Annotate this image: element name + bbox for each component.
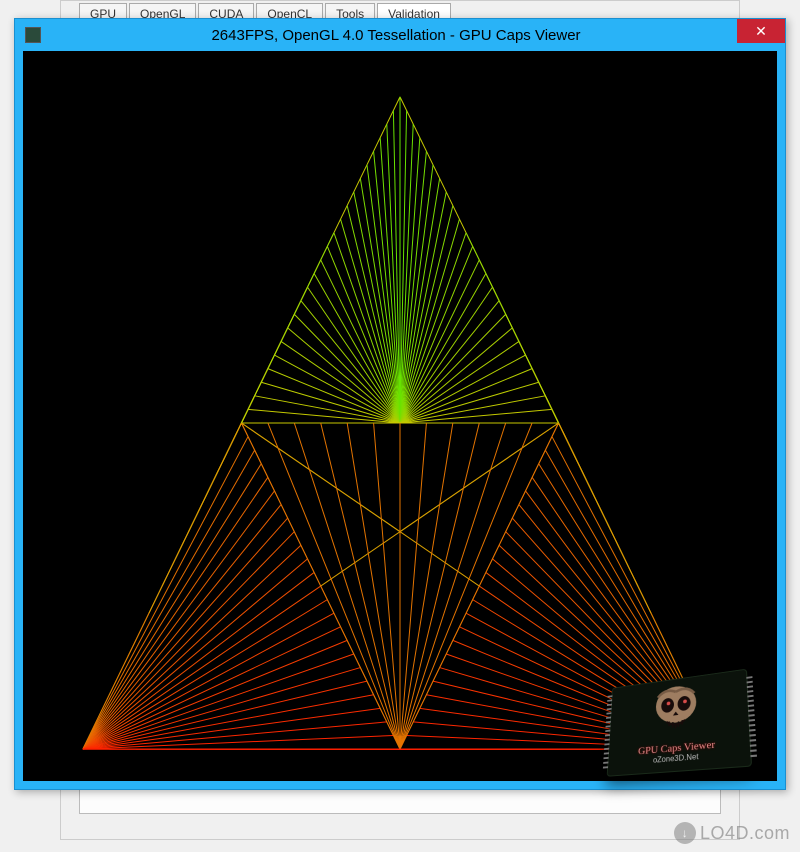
gpu-caps-viewer-logo: GPU Caps Viewer oZone3D.Net	[605, 666, 775, 796]
opengl-viewport	[23, 51, 777, 781]
app-icon	[25, 27, 41, 43]
tessellation-render	[23, 51, 777, 781]
close-button[interactable]: ✕	[737, 19, 785, 43]
window-title: 2643FPS, OpenGL 4.0 Tessellation - GPU C…	[47, 27, 785, 44]
download-icon: ↓	[674, 822, 696, 844]
watermark-text: LO4D.com	[700, 823, 790, 844]
titlebar[interactable]: 2643FPS, OpenGL 4.0 Tessellation - GPU C…	[15, 19, 785, 51]
opengl-demo-window[interactable]: 2643FPS, OpenGL 4.0 Tessellation - GPU C…	[14, 18, 786, 790]
watermark: ↓ LO4D.com	[674, 822, 790, 844]
skull-icon	[648, 681, 704, 733]
